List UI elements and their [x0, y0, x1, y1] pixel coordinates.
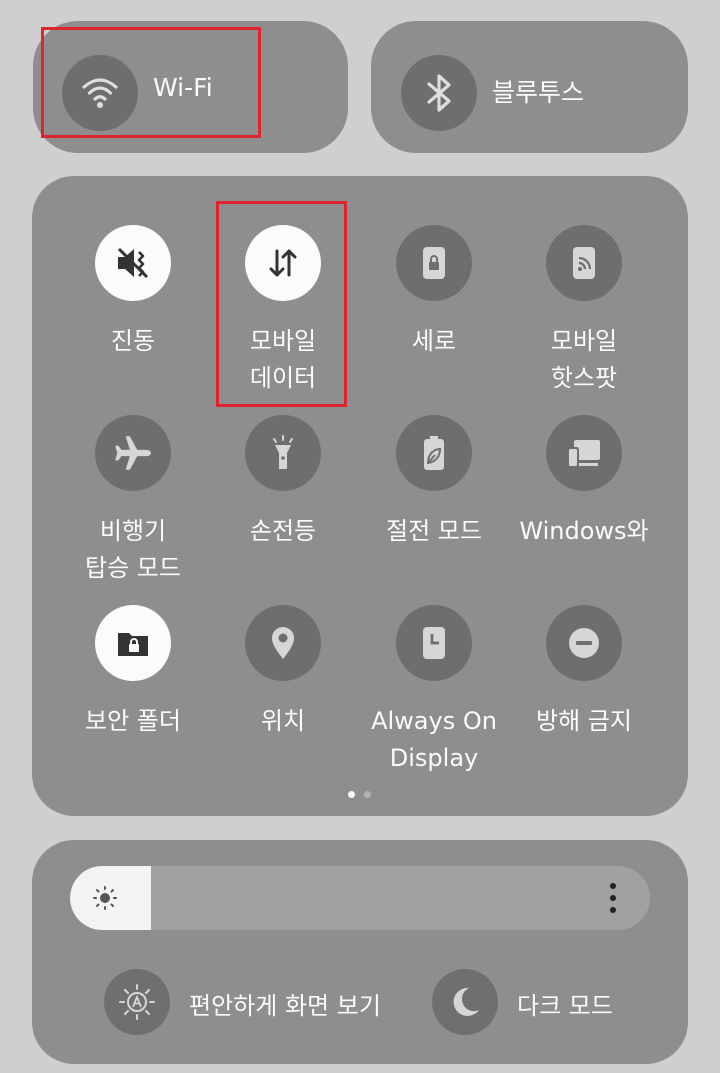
do-not-disturb-icon	[546, 605, 622, 681]
tile-label: 보안 폴더	[85, 707, 181, 735]
vibrate-icon	[95, 225, 171, 301]
tile-label: Always On Display	[371, 707, 497, 772]
tile-hotspot[interactable]: 모바일 핫스팟	[509, 225, 659, 397]
power-saving-icon	[396, 415, 472, 491]
brightness-slider[interactable]	[70, 866, 650, 930]
tile-label: 방해 금지	[536, 707, 632, 735]
secure-folder-icon	[95, 605, 171, 681]
tile-label: 절전 모드	[386, 517, 482, 545]
sun-icon	[92, 885, 118, 915]
bluetooth-tile[interactable]: 블루투스	[371, 21, 688, 153]
bluetooth-label: 블루투스	[492, 78, 585, 107]
hotspot-icon	[546, 225, 622, 301]
tile-label: 진동	[110, 327, 156, 355]
tile-do-not-disturb[interactable]: 방해 금지	[509, 605, 659, 740]
tile-label: 위치	[260, 707, 306, 735]
page-dot-1[interactable]	[348, 791, 355, 798]
tile-airplane[interactable]: 비행기 탑승 모드	[58, 415, 208, 587]
tile-power-saving[interactable]: 절전 모드	[359, 415, 509, 550]
airplane-icon	[95, 415, 171, 491]
tile-vibrate[interactable]: 진동	[58, 225, 208, 360]
tile-label: 세로	[411, 327, 457, 355]
always-on-display-icon	[396, 605, 472, 681]
page-indicator	[348, 791, 371, 798]
portrait-lock-icon	[396, 225, 472, 301]
tile-link-to-windows[interactable]: Windows와	[509, 415, 659, 550]
tile-portrait[interactable]: 세로	[359, 225, 509, 360]
tile-label: 모바일 핫스팟	[550, 327, 618, 392]
tile-label: 손전등	[249, 517, 317, 545]
tile-location[interactable]: 위치	[208, 605, 358, 740]
mobile-data-highlight-box	[216, 201, 347, 407]
eye-comfort-label[interactable]: 편안하게 화면 보기	[189, 986, 381, 1021]
tile-always-on-display[interactable]: Always On Display	[359, 605, 509, 777]
dark-mode-label[interactable]: 다크 모드	[517, 986, 613, 1021]
tile-flashlight[interactable]: 손전등	[208, 415, 358, 550]
eye-comfort-icon[interactable]	[104, 969, 170, 1035]
tile-label: Windows와	[519, 517, 649, 545]
flashlight-icon	[245, 415, 321, 491]
tile-label: 비행기 탑승 모드	[85, 517, 181, 582]
page-dot-2[interactable]	[364, 791, 371, 798]
moon-icon[interactable]	[432, 969, 498, 1035]
more-vertical-icon[interactable]	[607, 882, 619, 918]
link-to-windows-icon	[546, 415, 622, 491]
location-icon	[245, 605, 321, 681]
tile-secure-folder[interactable]: 보안 폴더	[58, 605, 208, 740]
bluetooth-icon	[401, 55, 477, 131]
wifi-highlight-box	[41, 27, 261, 138]
